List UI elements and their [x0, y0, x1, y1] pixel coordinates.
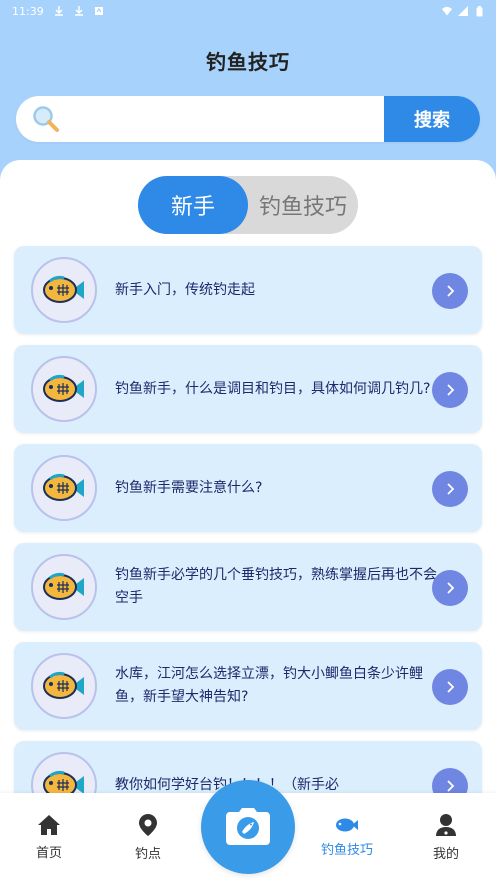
list-item-title: 钓鱼新手需要注意什么? — [115, 479, 263, 496]
nav-mine[interactable]: 我的 — [406, 793, 486, 881]
nav-tips-label: 钓鱼技巧 — [320, 842, 373, 858]
download-icon — [54, 6, 64, 16]
list-item-title: 新手入门，传统钓走起 — [115, 281, 255, 298]
nav-home-label: 首页 — [35, 845, 62, 861]
chevron-right-icon[interactable] — [432, 273, 468, 309]
search-bar: 搜索 — [16, 96, 480, 142]
tab-fishing-tips[interactable]: 钓鱼技巧 — [248, 176, 358, 234]
nav-spots-label: 钓点 — [134, 846, 161, 862]
camera-icon — [226, 808, 270, 845]
fish-icon — [31, 356, 97, 422]
chevron-right-icon[interactable] — [432, 669, 468, 705]
search-button[interactable]: 搜索 — [384, 96, 480, 142]
fish-icon — [31, 554, 97, 620]
list-item[interactable]: 钓鱼新手，什么是调目和钓目，具体如何调几钓几? — [14, 345, 482, 433]
chevron-right-icon[interactable] — [432, 372, 468, 408]
location-pin-icon — [139, 813, 157, 836]
fish-icon — [31, 257, 97, 323]
fish-icon — [336, 818, 358, 831]
header: 钓鱼技巧 — [0, 42, 496, 78]
list-item-title: 水库，江河怎么选择立漂，钓大小鲫鱼白条少许鲤鱼，新手望大神告知? — [115, 666, 423, 705]
nav-spots[interactable]: 钓点 — [108, 793, 188, 881]
search-input[interactable] — [76, 96, 384, 142]
list-item-title: 钓鱼新手，什么是调目和钓目，具体如何调几钓几? — [115, 380, 431, 397]
list-item-title: 钓鱼新手必学的几个垂钓技巧，熟练掌握后再也不会空手 — [115, 567, 437, 606]
user-icon — [436, 813, 456, 836]
chevron-right-icon[interactable] — [432, 471, 468, 507]
nav-mine-label: 我的 — [432, 846, 459, 862]
wifi-icon — [442, 6, 452, 16]
chevron-right-icon[interactable] — [432, 570, 468, 606]
list-item[interactable]: 新手入门，传统钓走起 — [14, 246, 482, 334]
main-panel: 新手 钓鱼技巧 新手入门，传统钓走起 钓鱼新手，什么是调目和钓目，具体如何调几钓… — [0, 160, 496, 881]
camera-button[interactable] — [201, 780, 295, 874]
nav-home[interactable]: 首页 — [9, 793, 89, 881]
status-time: 11:39 — [12, 4, 44, 18]
status-bar: 11:39 — [0, 0, 496, 22]
download-icon — [74, 6, 84, 16]
search-icon — [16, 96, 76, 142]
signal-icon — [458, 6, 468, 16]
notification-icon — [94, 6, 104, 16]
list-item[interactable]: 钓鱼新手必学的几个垂钓技巧，熟练掌握后再也不会空手 — [14, 543, 482, 631]
nav-tips[interactable]: 钓鱼技巧 — [307, 793, 387, 881]
page-title: 钓鱼技巧 — [206, 49, 290, 74]
battery-icon — [474, 5, 484, 16]
home-icon — [38, 814, 60, 835]
fish-icon — [31, 653, 97, 719]
fish-icon — [31, 455, 97, 521]
article-list: 新手入门，传统钓走起 钓鱼新手，什么是调目和钓目，具体如何调几钓几? 钓鱼新手需… — [14, 246, 482, 840]
tab-beginner[interactable]: 新手 — [138, 176, 248, 234]
list-item[interactable]: 水库，江河怎么选择立漂，钓大小鲫鱼白条少许鲤鱼，新手望大神告知? — [14, 642, 482, 730]
list-item[interactable]: 钓鱼新手需要注意什么? — [14, 444, 482, 532]
tab-segment: 新手 钓鱼技巧 — [138, 176, 358, 234]
